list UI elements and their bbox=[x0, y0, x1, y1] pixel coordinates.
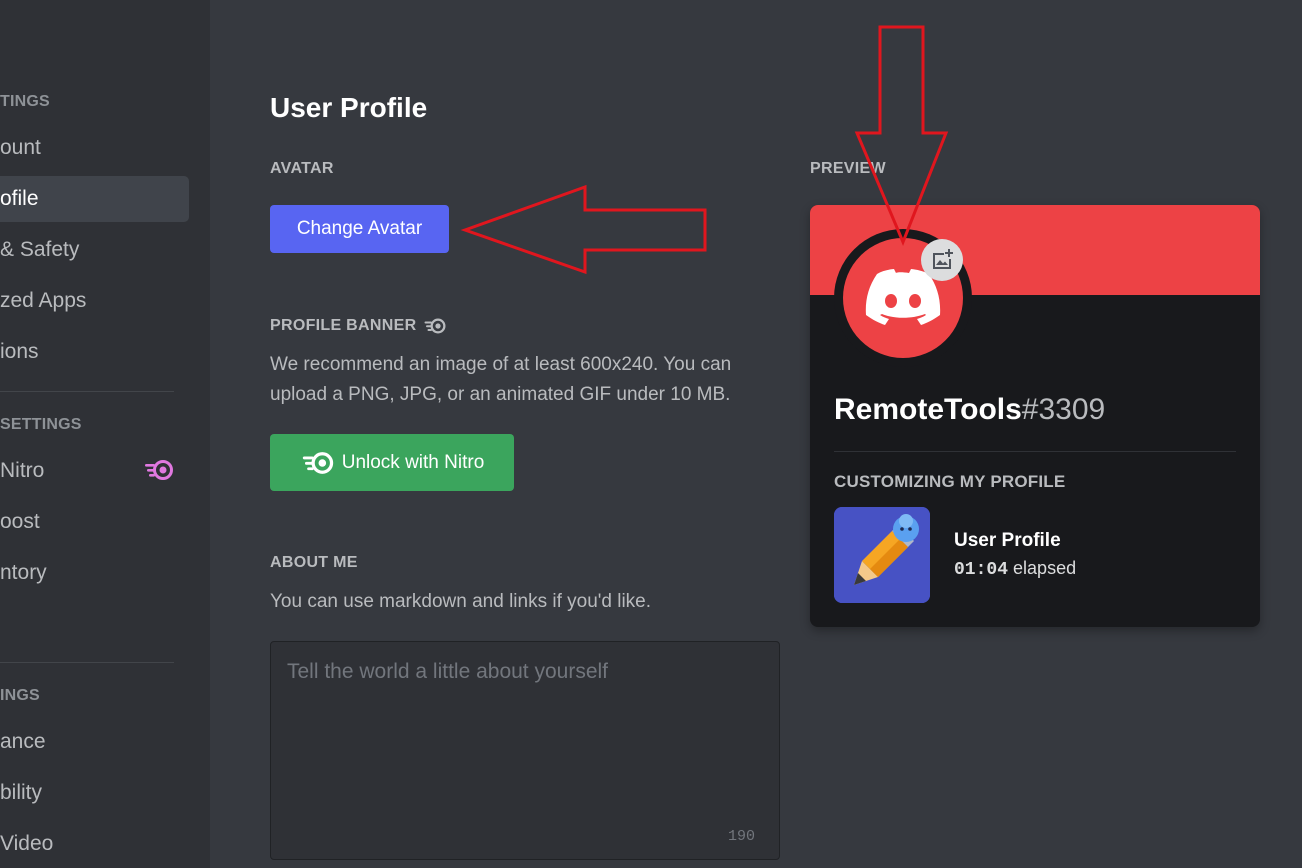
sidebar-item-voice-video[interactable]: Video bbox=[0, 821, 53, 867]
sidebar-divider bbox=[0, 662, 174, 663]
preview-section-label: PREVIEW bbox=[810, 160, 886, 177]
sidebar-item-server-boost[interactable]: oost bbox=[0, 499, 40, 545]
sidebar-header-app-settings: INGS bbox=[0, 687, 40, 704]
profile-username: RemoteTools#3309 bbox=[834, 393, 1105, 427]
sidebar-item-authorized-apps[interactable]: zed Apps bbox=[0, 278, 86, 324]
sidebar-item-account[interactable]: ount bbox=[0, 125, 41, 171]
page-title: User Profile bbox=[270, 92, 428, 123]
unlock-with-nitro-button[interactable]: Unlock with Nitro bbox=[270, 434, 514, 491]
profile-settings-panel: User Profile AVATAR Change Avatar PROFIL… bbox=[210, 0, 1302, 868]
sidebar-item-privacy-safety[interactable]: & Safety bbox=[0, 227, 79, 273]
add-avatar-image-button[interactable] bbox=[921, 239, 963, 281]
activity-title: User Profile bbox=[954, 530, 1061, 551]
username-text: RemoteTools bbox=[834, 393, 1022, 426]
about-me-description: You can use markdown and links if you'd … bbox=[270, 591, 652, 612]
elapsed-time: 01:04 bbox=[954, 560, 1009, 580]
sidebar-item-nitro[interactable]: Nitro bbox=[0, 448, 44, 494]
settings-sidebar: TINGS ount ofile & Safety zed Apps ions … bbox=[0, 0, 210, 868]
activity-icon bbox=[834, 507, 930, 603]
discord-logo-icon bbox=[865, 269, 941, 325]
sidebar-item-gift-inventory[interactable]: ntory bbox=[0, 550, 47, 596]
add-image-icon bbox=[933, 249, 953, 269]
elapsed-suffix: elapsed bbox=[1013, 558, 1077, 578]
sidebar-divider bbox=[0, 391, 174, 392]
nitro-icon bbox=[145, 460, 173, 480]
about-me-textarea[interactable] bbox=[270, 641, 780, 860]
pencil-activity-icon bbox=[834, 507, 930, 603]
sidebar-header-user-settings: TINGS bbox=[0, 93, 50, 110]
profile-banner-description: We recommend an image of at least 600x24… bbox=[270, 354, 732, 405]
profile-preview-card: RemoteTools#3309 CUSTOMIZING MY PROFILE … bbox=[810, 205, 1260, 627]
unlock-with-nitro-label: Unlock with Nitro bbox=[341, 451, 485, 473]
activity-header: CUSTOMIZING MY PROFILE bbox=[834, 472, 1066, 491]
activity-elapsed: 01:04 elapsed bbox=[954, 558, 1076, 580]
nitro-icon bbox=[302, 451, 333, 474]
change-avatar-button[interactable]: Change Avatar bbox=[270, 205, 449, 253]
profile-banner-label-text: PROFILE BANNER bbox=[270, 317, 417, 334]
avatar-section-label: AVATAR bbox=[270, 160, 334, 177]
card-divider bbox=[834, 451, 1236, 452]
about-me-char-count: 190 bbox=[728, 828, 756, 845]
sidebar-header-billing-settings: SETTINGS bbox=[0, 416, 82, 433]
sidebar-item-profile[interactable]: ofile bbox=[0, 176, 189, 222]
username-discriminator: #3309 bbox=[1021, 393, 1106, 426]
sidebar-item-accessibility[interactable]: bility bbox=[0, 770, 42, 816]
sidebar-item-connections[interactable]: ions bbox=[0, 329, 39, 375]
profile-banner-section-label: PROFILE BANNER bbox=[270, 317, 448, 335]
nitro-icon bbox=[424, 318, 446, 334]
sidebar-item-appearance[interactable]: ance bbox=[0, 719, 46, 765]
about-me-section-label: ABOUT ME bbox=[270, 554, 358, 571]
